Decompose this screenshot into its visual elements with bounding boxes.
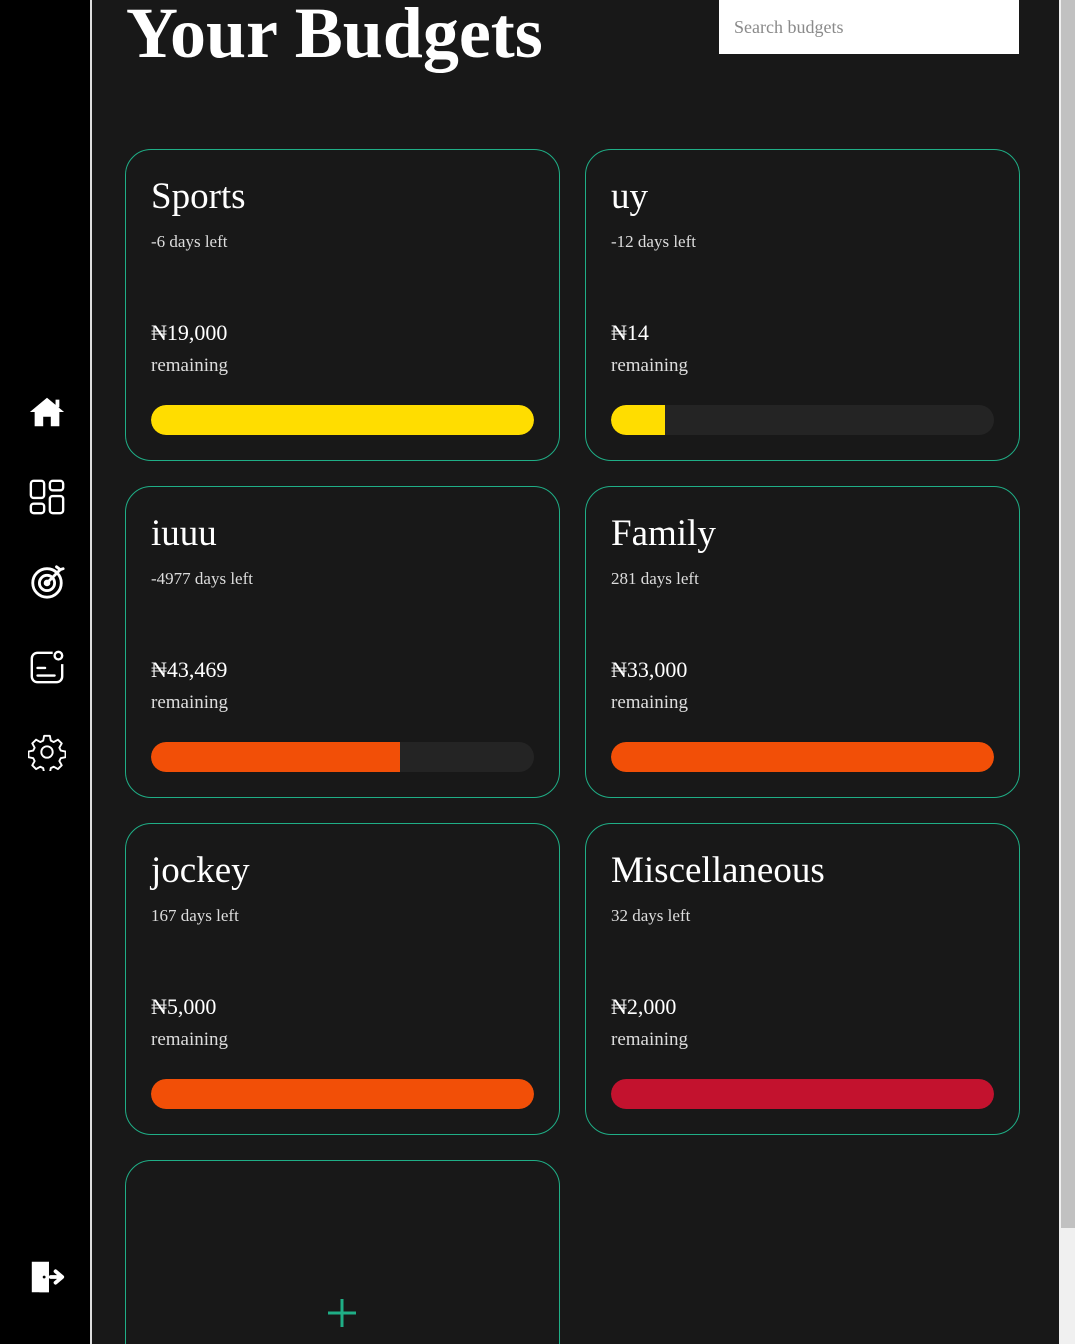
budget-name: iuuu <box>151 513 217 554</box>
remaining-label: remaining <box>611 692 689 713</box>
expenses-icon[interactable] <box>27 647 67 687</box>
remaining-amount: ₦5,000 <box>151 994 217 1019</box>
logout-icon[interactable] <box>27 1257 67 1297</box>
progress-bar <box>611 1079 994 1109</box>
remaining-amount: ₦2,000 <box>611 994 677 1019</box>
days-left: -4977 days left <box>151 569 253 588</box>
budget-name: Miscellaneous <box>611 850 825 891</box>
remaining-label: remaining <box>611 1029 689 1050</box>
budget-card[interactable]: Miscellaneous 32 days left ₦2,000 remaining <box>585 823 1020 1135</box>
main-content: Your Budgets Sports -6 days left ₦19,000 re… <box>92 0 1059 1344</box>
budget-card[interactable]: Sports -6 days left ₦19,000 remaining <box>125 149 560 461</box>
days-left: -6 days left <box>151 232 228 251</box>
progress-bar <box>611 405 994 435</box>
sidebar <box>0 0 92 1344</box>
budget-name: Family <box>611 513 716 554</box>
budget-name: Sports <box>151 176 246 217</box>
progress-fill <box>611 742 994 772</box>
days-left: -12 days left <box>611 232 696 251</box>
remaining-amount: ₦33,000 <box>611 657 688 682</box>
remaining-label: remaining <box>151 355 229 376</box>
budget-card[interactable]: jockey 167 days left ₦5,000 remaining <box>125 823 560 1135</box>
progress-fill <box>611 1079 994 1109</box>
progress-bar <box>151 742 534 772</box>
days-left: 281 days left <box>611 569 699 588</box>
remaining-amount: ₦19,000 <box>151 320 228 345</box>
remaining-amount: ₦14 <box>611 320 649 345</box>
budget-card[interactable]: uy -12 days left ₦14 remaining <box>585 149 1020 461</box>
progress-bar <box>151 1079 534 1109</box>
dashboard-icon[interactable] <box>27 477 67 517</box>
page-title: Your Budgets <box>126 0 543 73</box>
target-icon[interactable] <box>27 562 67 602</box>
progress-fill <box>611 405 665 435</box>
plus-icon <box>328 1299 356 1327</box>
scrollbar-thumb[interactable] <box>1061 0 1075 1228</box>
gear-icon[interactable] <box>27 732 67 772</box>
budget-card[interactable]: iuuu -4977 days left ₦43,469 remaining <box>125 486 560 798</box>
progress-bar <box>611 742 994 772</box>
progress-fill <box>151 742 400 772</box>
add-budget-button[interactable] <box>125 1160 560 1344</box>
progress-fill <box>151 1079 534 1109</box>
budget-card[interactable]: Family 281 days left ₦33,000 remaining <box>585 486 1020 798</box>
progress-bar <box>151 405 534 435</box>
remaining-label: remaining <box>151 692 229 713</box>
budget-name: jockey <box>151 850 250 891</box>
remaining-label: remaining <box>611 355 689 376</box>
home-icon[interactable] <box>27 392 67 432</box>
remaining-amount: ₦43,469 <box>151 657 228 682</box>
search-input[interactable] <box>719 0 1019 54</box>
remaining-label: remaining <box>151 1029 229 1050</box>
days-left: 167 days left <box>151 906 239 925</box>
progress-fill <box>151 405 534 435</box>
budget-name: uy <box>611 176 648 217</box>
days-left: 32 days left <box>611 906 691 925</box>
